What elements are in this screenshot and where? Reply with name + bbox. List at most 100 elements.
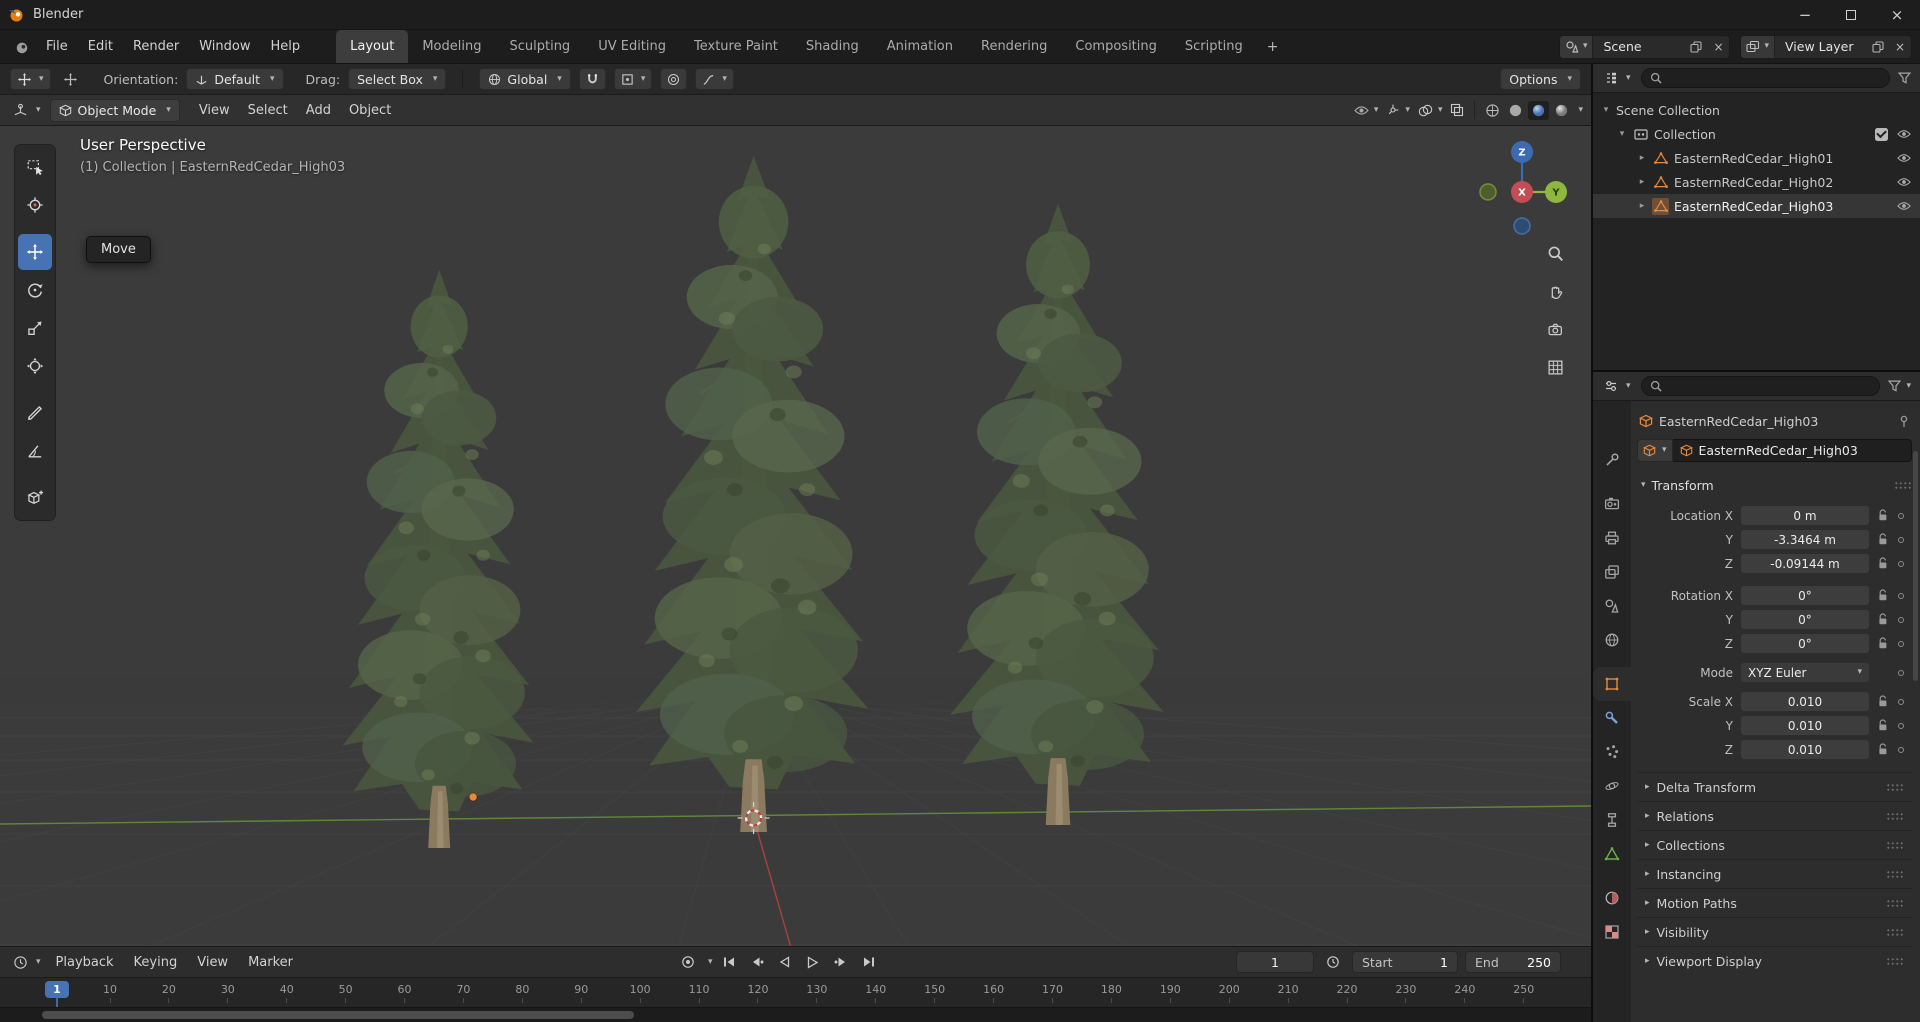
options-dropdown[interactable]: Options ▾ bbox=[1500, 68, 1581, 90]
animate-rotation-z[interactable] bbox=[1895, 640, 1907, 647]
toggle-xray-button[interactable] bbox=[1447, 101, 1467, 119]
workspace-tab[interactable]: Rendering bbox=[967, 30, 1061, 63]
properties-search-input[interactable] bbox=[1640, 376, 1881, 396]
outliner-object-row[interactable]: ▸ EasternRedCedar_High01 bbox=[1593, 146, 1920, 170]
scale-tool[interactable] bbox=[18, 310, 52, 346]
expand-icon[interactable]: ▸ bbox=[1637, 153, 1647, 163]
rotation-mode-dropdown[interactable]: XYZ Euler ▾ bbox=[1741, 663, 1869, 682]
object-visibility-dropdown[interactable]: ▾ bbox=[1351, 103, 1382, 118]
location-x-field[interactable]: 0 m bbox=[1741, 506, 1869, 525]
tab-output[interactable] bbox=[1593, 521, 1631, 555]
workspace-tab[interactable]: Scripting bbox=[1171, 30, 1257, 63]
object-origin-dot[interactable] bbox=[468, 792, 478, 802]
expand-icon[interactable]: ▾ bbox=[1617, 129, 1627, 139]
viewport-menu-item[interactable]: View bbox=[190, 100, 239, 121]
tab-material[interactable] bbox=[1593, 881, 1631, 915]
animate-location-x[interactable] bbox=[1895, 512, 1907, 519]
workspace-tab[interactable]: Modeling bbox=[408, 30, 495, 63]
transform-orientation-dropdown[interactable]: Global ▾ bbox=[479, 68, 571, 90]
shading-wireframe-button[interactable] bbox=[1482, 101, 1503, 120]
lock-location-z[interactable] bbox=[1874, 557, 1892, 570]
view-layer-name-field[interactable]: View Layer bbox=[1775, 39, 1867, 54]
viewport-menu-item[interactable]: Object bbox=[340, 100, 400, 121]
properties-filter-button[interactable]: ▾ bbox=[1885, 378, 1914, 394]
end-frame-field[interactable]: End 250 bbox=[1465, 951, 1561, 973]
new-view-layer-button[interactable] bbox=[1867, 36, 1889, 58]
workspace-tab[interactable]: Texture Paint bbox=[680, 30, 792, 63]
play-button[interactable] bbox=[801, 951, 825, 973]
drag-dropdown[interactable]: Select Box ▾ bbox=[348, 68, 447, 90]
unlink-scene-button[interactable]: × bbox=[1707, 36, 1729, 58]
scene-name-field[interactable]: Scene bbox=[1593, 39, 1685, 54]
snap-settings-dropdown[interactable]: ▾ bbox=[613, 68, 653, 90]
panel-grip[interactable] bbox=[1886, 869, 1904, 879]
panel-grip[interactable] bbox=[1886, 840, 1904, 850]
panel-section-header[interactable]: ▸ Instancing bbox=[1637, 859, 1912, 888]
expand-icon[interactable]: ▸ bbox=[1637, 201, 1647, 211]
panel-grip[interactable] bbox=[1886, 927, 1904, 937]
lock-location-y[interactable] bbox=[1874, 533, 1892, 546]
minimize-button[interactable]: − bbox=[1782, 0, 1828, 29]
shading-solid-button[interactable] bbox=[1505, 101, 1526, 120]
navigation-gizmo[interactable]: Z Y X bbox=[1462, 126, 1582, 246]
panel-grip[interactable] bbox=[1886, 811, 1904, 821]
outliner-object-row[interactable]: ▸ EasternRedCedar_High03 bbox=[1593, 194, 1920, 218]
properties-editor-dropdown[interactable]: ▾ bbox=[1599, 377, 1636, 395]
menu-item[interactable]: Window bbox=[189, 35, 260, 58]
toggle-orthographic-button[interactable] bbox=[1538, 352, 1572, 382]
add-cube-tool[interactable] bbox=[18, 480, 52, 516]
location-z-field[interactable]: -0.09144 m bbox=[1741, 554, 1869, 573]
transform-tool[interactable] bbox=[18, 348, 52, 384]
menu-item[interactable]: Help bbox=[261, 35, 311, 58]
panel-grip[interactable] bbox=[1886, 782, 1904, 792]
previous-keyframe-button[interactable] bbox=[745, 951, 769, 973]
expand-icon[interactable]: ▾ bbox=[1601, 105, 1611, 115]
scale-z-field[interactable]: 0.010 bbox=[1741, 740, 1869, 759]
panel-grip[interactable] bbox=[1886, 956, 1904, 966]
tab-constraints[interactable] bbox=[1593, 803, 1631, 837]
rotate-tool[interactable] bbox=[18, 272, 52, 308]
zoom-button[interactable] bbox=[1538, 238, 1572, 268]
tab-texture[interactable] bbox=[1593, 915, 1631, 949]
animate-location-z[interactable] bbox=[1895, 560, 1907, 567]
animate-scale-x[interactable] bbox=[1895, 698, 1907, 705]
tab-physics[interactable] bbox=[1593, 769, 1631, 803]
menu-item[interactable]: Render bbox=[123, 35, 189, 58]
pan-button[interactable] bbox=[1538, 276, 1572, 306]
use-preview-range-toggle[interactable] bbox=[1321, 951, 1345, 973]
show-gizmo-dropdown[interactable]: ▾ bbox=[1383, 101, 1413, 119]
lock-rotation-z[interactable] bbox=[1874, 637, 1892, 650]
proportional-falloff-dropdown[interactable]: ▾ bbox=[695, 68, 734, 90]
editor-type-dropdown[interactable]: ▾ bbox=[8, 101, 46, 120]
gizmo-axis-y[interactable]: Y bbox=[1545, 181, 1567, 203]
timeline-menu-item[interactable]: Marker bbox=[238, 951, 303, 974]
panel-section-header[interactable]: ▸ Delta Transform bbox=[1637, 772, 1912, 801]
location-y-field[interactable]: -3.3464 m bbox=[1741, 530, 1869, 549]
lock-scale-x[interactable] bbox=[1874, 695, 1892, 708]
play-reverse-button[interactable] bbox=[773, 951, 797, 973]
panel-section-header[interactable]: ▸ Collections bbox=[1637, 830, 1912, 859]
panel-grip[interactable] bbox=[1894, 480, 1912, 490]
workspace-tab[interactable]: Compositing bbox=[1061, 30, 1171, 63]
panel-section-header[interactable]: ▸ Viewport Display bbox=[1637, 946, 1912, 975]
auto-keying-toggle[interactable] bbox=[676, 951, 700, 973]
cursor-tool[interactable] bbox=[18, 187, 52, 223]
orientation-dropdown[interactable]: Default ▾ bbox=[186, 68, 284, 90]
outliner-search-input[interactable] bbox=[1640, 68, 1890, 88]
timeline-menu-item[interactable]: View bbox=[187, 951, 238, 974]
shading-rendered-button[interactable] bbox=[1551, 101, 1572, 120]
object-browse-button[interactable]: ▾ bbox=[1637, 438, 1673, 462]
jump-to-end-button[interactable] bbox=[857, 951, 881, 973]
shading-dropdown-caret[interactable]: ▾ bbox=[1578, 105, 1583, 115]
active-tool-dropdown[interactable]: ▾ bbox=[10, 68, 51, 90]
jump-to-start-button[interactable] bbox=[717, 951, 741, 973]
pin-icon[interactable] bbox=[1898, 415, 1910, 428]
visibility-eye-icon[interactable] bbox=[1897, 153, 1911, 163]
animate-location-y[interactable] bbox=[1895, 536, 1907, 543]
snap-toggle-button[interactable] bbox=[578, 68, 606, 90]
panel-section-header[interactable]: ▸ Visibility bbox=[1637, 917, 1912, 946]
proportional-editing-toggle[interactable] bbox=[660, 68, 688, 90]
close-button[interactable]: × bbox=[1874, 0, 1920, 29]
visibility-eye-icon[interactable] bbox=[1897, 177, 1911, 187]
viewport-menu-item[interactable]: Add bbox=[297, 100, 340, 121]
